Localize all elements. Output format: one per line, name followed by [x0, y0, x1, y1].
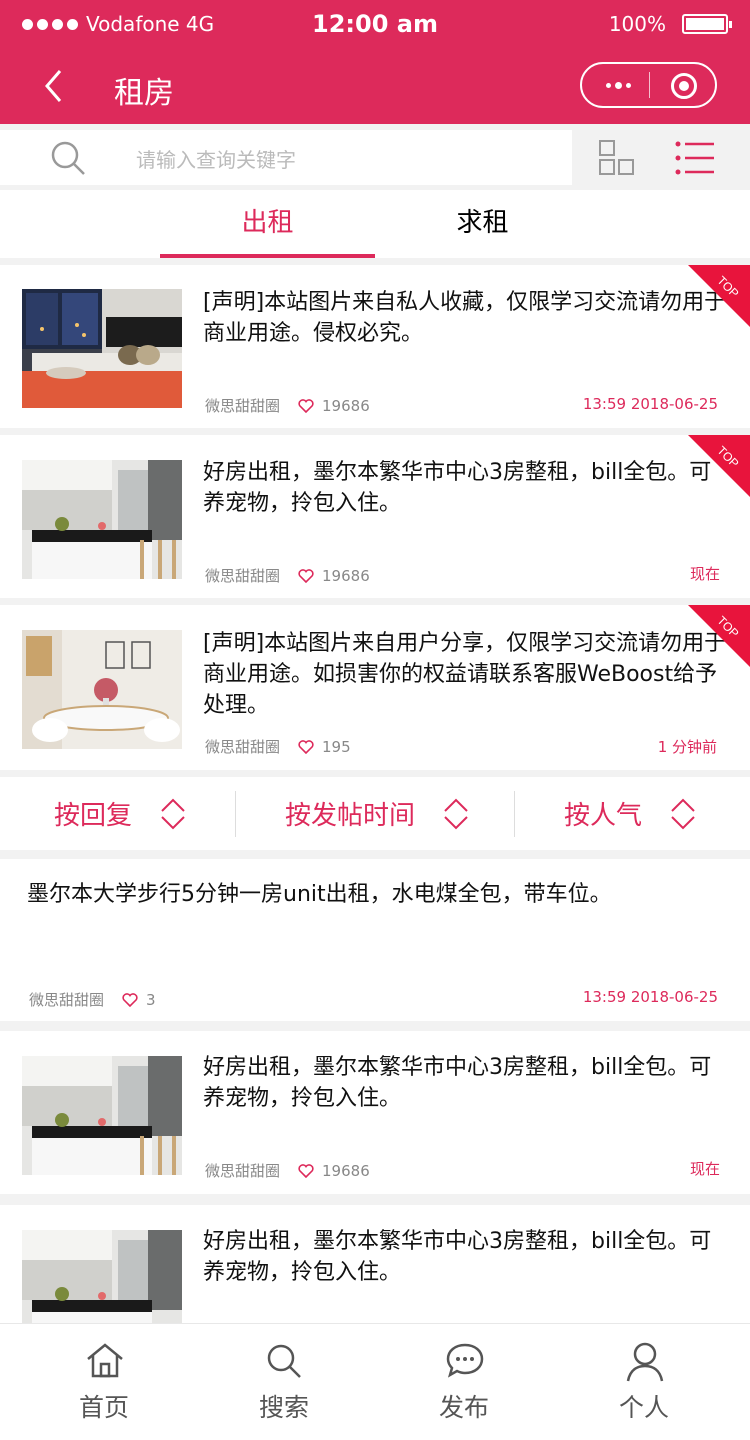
home-icon — [87, 1343, 123, 1378]
post-likes: 3 — [146, 990, 156, 1009]
post-card[interactable]: [声明]本站图片来自用户分享，仅限学习交流请勿用于商业用途。如损害你的权益请联系… — [0, 605, 750, 770]
chat-icon — [446, 1343, 484, 1378]
status-bar: Vodafone 4G 12:00 am 100% — [0, 0, 750, 50]
tabbar-item-publish[interactable]: 发布 — [404, 1324, 524, 1440]
post-meta: 微思甜甜圈 3 — [29, 989, 156, 1010]
tabbar-label: 首页 — [78, 1393, 129, 1422]
post-thumbnail-bedroom — [22, 289, 182, 408]
app-root: Vodafone 4G 12:00 am 100% 租房 请输入查询关键字 出租… — [0, 0, 750, 1440]
post-title: [声明]本站图片来自用户分享，仅限学习交流请勿用于商业用途。如损害你的权益请联系… — [203, 631, 727, 718]
sort-divider — [235, 791, 236, 837]
grid-view-icon[interactable] — [599, 140, 635, 176]
post-likes: 19686 — [322, 566, 370, 585]
tabbar-label: 搜索 — [258, 1393, 309, 1422]
post-card[interactable]: 好房出租，墨尔本繁华市中心3房整租，bill全包。可养宠物，拎包入住。 微思甜甜… — [0, 1031, 750, 1194]
sort-by-popularity[interactable]: 按人气 — [564, 777, 696, 850]
search-bar: 请输入查询关键字 — [0, 130, 750, 185]
tabbar-label: 发布 — [438, 1393, 489, 1422]
bottom-tab-bar: 首页 搜索 发布 个人 — [0, 1323, 750, 1440]
post-thumbnail-kitchen — [22, 460, 182, 579]
post-time: 13:59 2018-06-25 — [582, 988, 718, 1006]
post-meta: 微思甜甜圈 19686 — [205, 395, 370, 416]
header: Vodafone 4G 12:00 am 100% 租房 — [0, 0, 750, 124]
tab-rent-wanted[interactable]: 求租 — [375, 190, 590, 258]
sort-label: 按人气 — [564, 801, 643, 831]
sort-label: 按发帖时间 — [285, 801, 416, 831]
post-likes: 195 — [322, 737, 351, 756]
heart-icon[interactable] — [122, 992, 138, 1007]
post-thumbnail-kitchen — [22, 1056, 182, 1175]
tabbar-item-home[interactable]: 首页 — [44, 1324, 164, 1440]
post-card[interactable]: 好房出租，墨尔本繁华市中心3房整租，bill全包。可养宠物，拎包入住。 微思甜甜… — [0, 435, 750, 598]
post-meta: 微思甜甜圈 195 — [205, 736, 351, 757]
post-author: 微思甜甜圈 — [205, 397, 281, 415]
close-icon[interactable] — [671, 73, 697, 99]
mini-program-capsule — [580, 62, 717, 108]
post-time: 现在 — [689, 565, 720, 583]
search-icon — [267, 1344, 301, 1378]
heart-icon[interactable] — [298, 398, 314, 413]
sort-by-reply[interactable]: 按回复 — [54, 777, 186, 850]
post-likes: 19686 — [322, 396, 370, 415]
sort-by-post-time[interactable]: 按发帖时间 — [285, 777, 469, 850]
page-title: 租房 — [114, 76, 174, 111]
heart-icon[interactable] — [298, 1163, 314, 1178]
post-likes: 19686 — [322, 1161, 370, 1180]
sort-bar: 按回复 按发帖时间 按人气 — [0, 777, 750, 850]
back-icon[interactable] — [40, 68, 70, 104]
category-tabs: 出租 求租 — [0, 190, 750, 258]
tabbar-item-profile[interactable]: 个人 — [584, 1324, 704, 1440]
search-input[interactable]: 请输入查询关键字 — [136, 144, 296, 173]
post-thumbnail-dining — [22, 630, 182, 749]
tabbar-label: 个人 — [618, 1393, 669, 1422]
list-view-icon[interactable] — [675, 140, 715, 176]
view-toggle — [572, 130, 750, 185]
tab-rent-out[interactable]: 出租 — [160, 190, 375, 258]
post-title: 好房出租，墨尔本繁华市中心3房整租，bill全包。可养宠物，拎包入住。 — [203, 1055, 712, 1111]
post-time: 13:59 2018-06-25 — [582, 395, 718, 413]
user-icon — [626, 1342, 664, 1382]
post-time: 1 分钟前 — [657, 738, 717, 756]
top-badge-icon: TOP — [688, 435, 750, 497]
more-icon[interactable] — [602, 74, 634, 96]
post-author: 微思甜甜圈 — [29, 991, 105, 1009]
battery-percent: 100% — [608, 12, 666, 36]
post-card[interactable]: [声明]本站图片来自私人收藏，仅限学习交流请勿用于商业用途。侵权必究。 微思甜甜… — [0, 265, 750, 428]
battery-info: 100% — [608, 12, 732, 36]
post-meta: 微思甜甜圈 19686 — [205, 1160, 370, 1181]
top-badge-icon: TOP — [688, 605, 750, 667]
post-title: [声明]本站图片来自私人收藏，仅限学习交流请勿用于商业用途。侵权必究。 — [203, 290, 727, 346]
post-author: 微思甜甜圈 — [205, 738, 281, 756]
post-title: 好房出租，墨尔本繁华市中心3房整租，bill全包。可养宠物，拎包入住。 — [203, 1229, 712, 1285]
post-title: 好房出租，墨尔本繁华市中心3房整租，bill全包。可养宠物，拎包入住。 — [203, 460, 712, 516]
heart-icon[interactable] — [298, 568, 314, 583]
post-author: 微思甜甜圈 — [205, 1162, 281, 1180]
top-badge-icon: TOP — [688, 265, 750, 327]
post-meta: 微思甜甜圈 19686 — [205, 565, 370, 586]
search-icon — [51, 141, 85, 175]
heart-icon[interactable] — [298, 739, 314, 754]
sort-arrows-icon — [444, 798, 468, 829]
battery-icon — [682, 14, 732, 34]
post-author: 微思甜甜圈 — [205, 567, 281, 585]
post-title: 墨尔本大学步行5分钟一房unit出租，水电煤全包，带车位。 — [27, 882, 612, 907]
nav-bar: 租房 — [0, 50, 750, 124]
tabbar-item-search[interactable]: 搜索 — [224, 1324, 344, 1440]
sort-label: 按回复 — [54, 801, 133, 831]
capsule-divider — [649, 72, 650, 98]
sort-divider — [514, 791, 515, 837]
post-time: 现在 — [689, 1160, 720, 1178]
sort-arrows-icon — [161, 798, 185, 829]
post-card[interactable]: 墨尔本大学步行5分钟一房unit出租，水电煤全包，带车位。 微思甜甜圈 3 13… — [0, 859, 750, 1021]
sort-arrows-icon — [671, 798, 695, 829]
